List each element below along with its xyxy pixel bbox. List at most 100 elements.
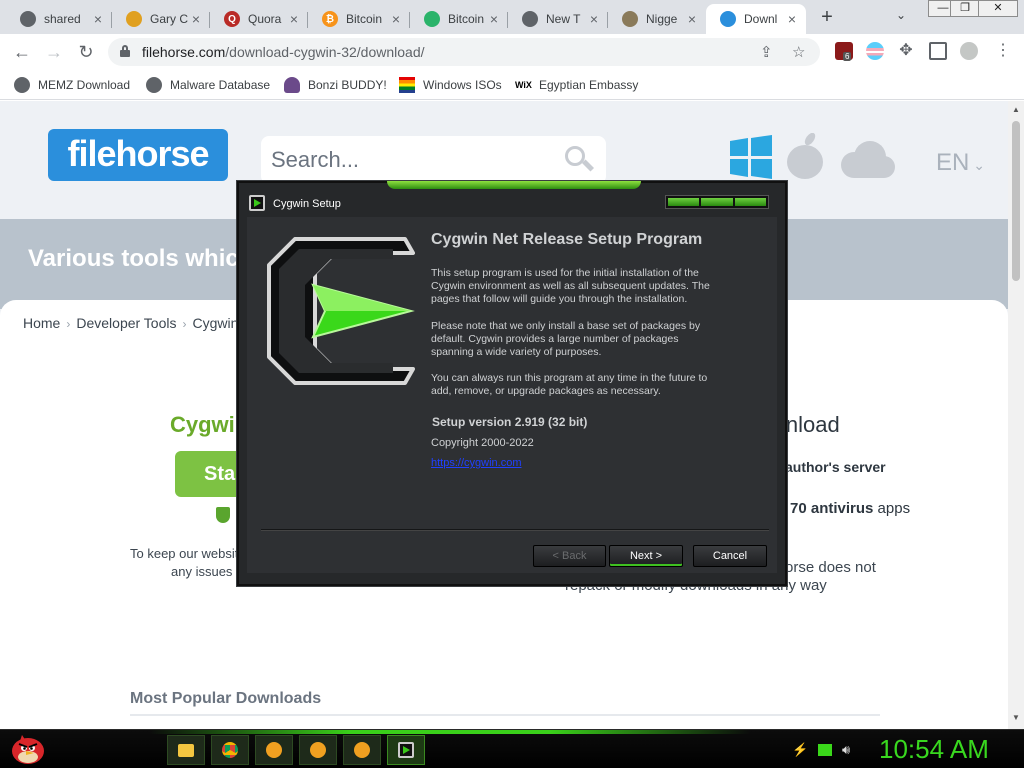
bookmark-egyptian-embassy[interactable]: WiX Egyptian Embassy — [515, 76, 638, 94]
bookmark-star-icon[interactable]: ☆ — [792, 43, 805, 61]
dialog-title: Cygwin Setup — [273, 198, 341, 210]
keep-website-text: To keep our websit any issues — [130, 545, 250, 581]
text-line: Cygwin environment as well as all subseq… — [431, 280, 710, 292]
scroll-down-arrow[interactable]: ▼ — [1012, 713, 1020, 722]
profile-avatar-icon[interactable] — [960, 42, 978, 60]
intro-paragraph: This setup program is used for the initi… — [431, 267, 731, 306]
tab-title: New T — [546, 12, 581, 26]
setup-version: Setup version 2.919 (32 bit) — [432, 415, 588, 429]
address-bar[interactable]: filehorse.com/download-cygwin-32/downloa… — [108, 38, 820, 66]
cygwin-website-link[interactable]: https://cygwin.com — [431, 457, 521, 469]
breadcrumb-home[interactable]: Home — [23, 315, 60, 331]
ublock-extension-icon[interactable]: 6 — [835, 42, 853, 61]
cloud-icon[interactable] — [836, 141, 896, 179]
folder-icon — [178, 743, 194, 757]
back-button-dialog[interactable]: < Back — [533, 545, 606, 567]
text-line: This setup program is used for the initi… — [431, 267, 699, 279]
tray-volume-icon[interactable]: 🔊︎ — [842, 742, 850, 758]
close-tab-icon[interactable]: × — [684, 11, 700, 27]
bookmark-windows-isos[interactable]: Windows ISOs — [399, 76, 502, 94]
tab-5[interactable]: Bitcoin × — [410, 4, 508, 34]
text-line: default. Cygwin provides a large number … — [431, 333, 679, 345]
close-tab-icon[interactable]: × — [486, 11, 502, 27]
breadcrumb-developer-tools[interactable]: Developer Tools — [76, 315, 176, 331]
quora-icon: Q — [224, 11, 240, 27]
most-popular-heading: Most Popular Downloads — [130, 690, 880, 716]
taskbar-cygwin-setup[interactable] — [387, 735, 425, 765]
tab-4[interactable]: ₿ Bitcoin × — [308, 4, 410, 34]
dialog-window-controls[interactable] — [665, 195, 769, 209]
chrome-icon — [522, 11, 538, 27]
new-tab-button[interactable]: + — [816, 6, 838, 28]
reload-button[interactable]: ↻ — [74, 40, 98, 64]
bookmark-memz[interactable]: MEMZ Download — [14, 76, 130, 94]
next-button[interactable]: Next > — [609, 545, 683, 567]
tab-title: Bitcoin — [448, 12, 485, 26]
language-selector[interactable]: EN ⌄ — [936, 149, 985, 177]
tray-battery-icon[interactable] — [818, 744, 832, 756]
taskbar-chrome[interactable] — [211, 735, 249, 765]
packages-paragraph: Please note that we only install a base … — [431, 320, 731, 359]
filehorse-logo[interactable]: filehorse — [48, 129, 228, 181]
close-tab-icon[interactable]: × — [784, 11, 800, 27]
site-search-input[interactable]: Search... — [261, 136, 606, 184]
scrollbar-thumb[interactable] — [1012, 121, 1020, 281]
globe-icon — [146, 77, 162, 93]
bookmark-malware-database[interactable]: Malware Database — [146, 76, 270, 94]
author-server-text: author's server — [785, 459, 886, 475]
keep-line-2: any issues — [171, 564, 233, 579]
chevron-right-icon: › — [182, 317, 187, 331]
side-panel-icon[interactable] — [929, 42, 947, 60]
bookmark-bonzi-buddy[interactable]: Bonzi BUDDY! — [284, 76, 387, 94]
apple-icon[interactable] — [786, 133, 824, 179]
scroll-up-arrow[interactable]: ▲ — [1012, 105, 1020, 114]
lock-icon[interactable] — [120, 45, 130, 57]
taskbar-file-explorer[interactable] — [167, 735, 205, 765]
close-tab-icon[interactable]: × — [286, 11, 302, 27]
close-tab-icon[interactable]: × — [90, 11, 106, 27]
windows-icon[interactable] — [730, 135, 772, 179]
tab-3[interactable]: Q Quora × — [210, 4, 308, 34]
close-tab-icon[interactable]: × — [388, 11, 404, 27]
restore-button[interactable]: ❐ — [950, 0, 980, 17]
search-icon[interactable] — [565, 146, 595, 176]
coin-icon — [266, 742, 282, 758]
cancel-button[interactable]: Cancel — [693, 545, 767, 567]
back-button[interactable]: ← — [10, 40, 34, 64]
share-icon[interactable]: ⇪ — [760, 43, 773, 61]
breadcrumb-cygwin[interactable]: Cygwin — [193, 315, 239, 331]
tab-1[interactable]: shared × — [6, 4, 112, 34]
text-line: Please note that we only install a base … — [431, 320, 701, 332]
taskbar: ⚡ 🔊︎ 10:54 AM — [0, 729, 1024, 768]
taskbar-app-c3[interactable] — [343, 735, 381, 765]
page-scrollbar[interactable]: ▲ ▼ — [1008, 101, 1024, 729]
tab-8[interactable]: Downl × — [706, 4, 806, 34]
close-tab-icon[interactable]: × — [586, 11, 602, 27]
flag-extension-icon[interactable] — [866, 42, 884, 60]
tray-network-icon[interactable]: ⚡ — [792, 742, 808, 758]
tab-title: Bitcoin — [346, 12, 383, 26]
coin-icon — [310, 742, 326, 758]
close-tab-icon[interactable]: × — [188, 11, 204, 27]
bookmarks-bar: MEMZ Download Malware Database Bonzi BUD… — [0, 70, 1024, 100]
angry-bird-start-icon[interactable] — [10, 733, 46, 765]
taskbar-app-c1[interactable] — [255, 735, 293, 765]
taskbar-clock[interactable]: 10:54 AM — [879, 734, 989, 765]
forward-button[interactable]: → — [42, 40, 66, 64]
breadcrumb: Home › Developer Tools › Cygwin — [23, 315, 238, 331]
close-window-button[interactable]: ✕ — [978, 0, 1018, 17]
bookmark-label: Bonzi BUDDY! — [308, 78, 387, 92]
extensions-puzzle-icon[interactable]: ✥ — [897, 42, 915, 60]
filehorse-icon — [720, 11, 736, 27]
dialog-titlebar[interactable]: Cygwin Setup — [239, 191, 785, 217]
bitcoin-icon: ₿ — [322, 11, 338, 27]
tab-2[interactable]: Gary C × — [112, 4, 210, 34]
tab-search-button[interactable]: ⌄ — [896, 8, 906, 22]
menu-dots-icon[interactable]: ⋮ — [994, 42, 1012, 60]
tab-7[interactable]: Nigge × — [608, 4, 706, 34]
bookmark-label: Egyptian Embassy — [539, 78, 639, 92]
antivirus-tail: apps — [873, 500, 911, 517]
tab-6[interactable]: New T × — [508, 4, 608, 34]
cygwin-icon — [398, 742, 414, 758]
taskbar-app-c2[interactable] — [299, 735, 337, 765]
